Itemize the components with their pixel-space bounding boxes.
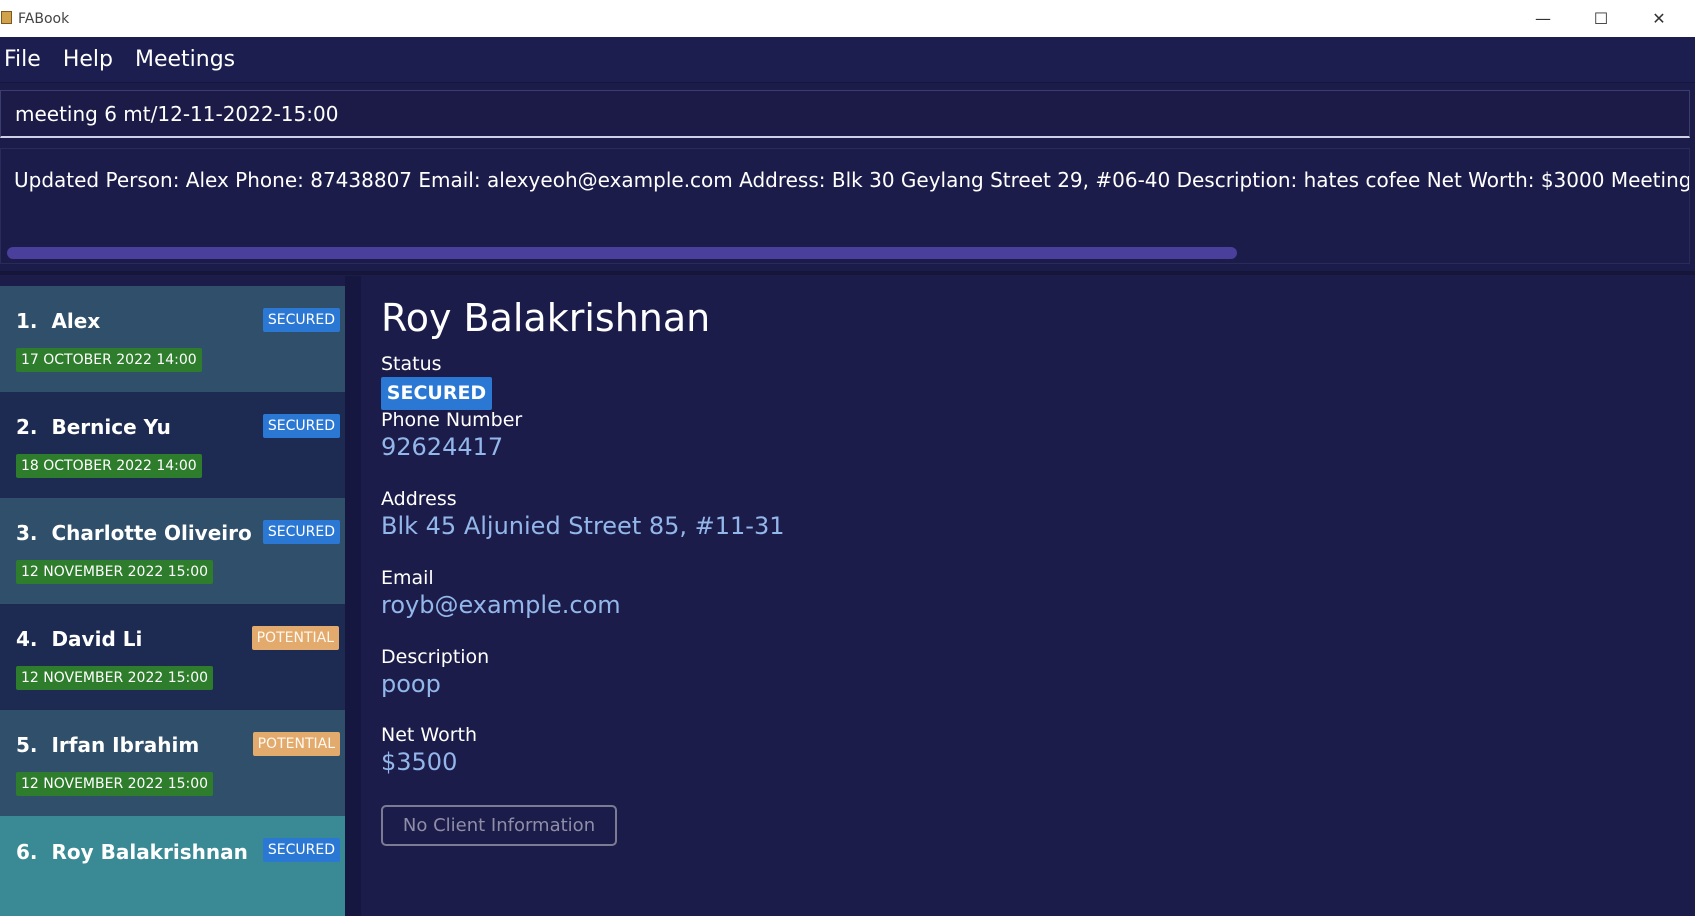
person-card-name: 1. Alex — [16, 309, 101, 333]
person-card-irfan-ibrahim[interactable]: 5. Irfan Ibrahim POTENTIAL 12 NOVEMBER 2… — [0, 710, 345, 816]
address-value: Blk 45 Aljunied Street 85, #11-31 — [381, 512, 785, 540]
status-badge: SECURED — [262, 414, 340, 438]
panel-divider — [345, 276, 361, 916]
status-label: Status — [381, 353, 442, 375]
close-button[interactable]: ✕ — [1630, 0, 1688, 37]
status-badge: SECURED — [262, 308, 340, 332]
minimize-button[interactable]: — — [1514, 0, 1572, 37]
person-card-david-li[interactable]: 4. David Li POTENTIAL 12 NOVEMBER 2022 1… — [0, 604, 345, 710]
address-label: Address — [381, 488, 457, 510]
status-badge: SECURED — [262, 838, 340, 862]
networth-label: Net Worth — [381, 724, 477, 746]
result-text: Updated Person: Alex Phone: 87438807 Ema… — [14, 168, 1690, 192]
scrollbar-thumb[interactable] — [7, 247, 1237, 259]
meeting-tag: 17 OCTOBER 2022 14:00 — [16, 348, 202, 372]
description-label: Description — [381, 646, 490, 668]
command-input-text: meeting 6 mt/12-11-2022-15:00 — [15, 102, 339, 126]
description-value: poop — [381, 670, 441, 698]
menu-bar: File Help Meetings — [0, 37, 1695, 83]
client-info-button[interactable]: No Client Information — [381, 805, 617, 846]
menu-help[interactable]: Help — [59, 47, 118, 72]
person-card-name: 6. Roy Balakrishnan — [16, 840, 248, 864]
person-list[interactable]: 1. Alex SECURED 17 OCTOBER 2022 14:00 2.… — [0, 286, 345, 916]
result-horizontal-scrollbar[interactable] — [7, 247, 1681, 260]
status-badge: SECURED — [262, 520, 340, 544]
command-input[interactable]: meeting 6 mt/12-11-2022-15:00 — [0, 90, 1690, 138]
result-display: Updated Person: Alex Phone: 87438807 Ema… — [0, 148, 1690, 264]
person-card-name: 3. Charlotte Oliveiro — [16, 521, 252, 545]
meeting-tag: 12 NOVEMBER 2022 15:00 — [16, 772, 214, 796]
app-icon — [1, 11, 12, 24]
person-card-bernice-yu[interactable]: 2. Bernice Yu SECURED 18 OCTOBER 2022 14… — [0, 392, 345, 498]
phone-value: 92624417 — [381, 433, 504, 461]
person-card-alex[interactable]: 1. Alex SECURED 17 OCTOBER 2022 14:00 — [0, 286, 345, 392]
person-card-name: 4. David Li — [16, 627, 143, 651]
status-badge: POTENTIAL — [251, 626, 339, 650]
title-bar: FABook — ☐ ✕ — [0, 0, 1695, 37]
person-detail-panel: Roy Balakrishnan Status SECURED Phone Nu… — [361, 276, 1695, 916]
person-card-charlotte-oliveiro[interactable]: 3. Charlotte Oliveiro SECURED 12 NOVEMBE… — [0, 498, 345, 604]
detail-name: Roy Balakrishnan — [381, 296, 711, 340]
email-label: Email — [381, 567, 434, 589]
detail-status-badge: SECURED — [381, 377, 492, 410]
meeting-tag: 12 NOVEMBER 2022 15:00 — [16, 666, 214, 690]
section-divider — [0, 271, 1695, 275]
person-card-name: 5. Irfan Ibrahim — [16, 733, 200, 757]
meeting-tag: 12 NOVEMBER 2022 15:00 — [16, 560, 214, 584]
status-badge: POTENTIAL — [252, 732, 340, 756]
menu-meetings[interactable]: Meetings — [131, 47, 240, 72]
meeting-tag: 18 OCTOBER 2022 14:00 — [16, 454, 202, 478]
networth-value: $3500 — [381, 748, 458, 776]
maximize-button[interactable]: ☐ — [1572, 0, 1630, 37]
phone-label: Phone Number — [381, 409, 523, 431]
menu-file[interactable]: File — [0, 47, 46, 72]
email-value: royb@example.com — [381, 591, 621, 619]
person-card-name: 2. Bernice Yu — [16, 415, 171, 439]
person-card-roy-balakrishnan[interactable]: 6. Roy Balakrishnan SECURED — [0, 816, 345, 916]
window-title: FABook — [18, 10, 70, 27]
